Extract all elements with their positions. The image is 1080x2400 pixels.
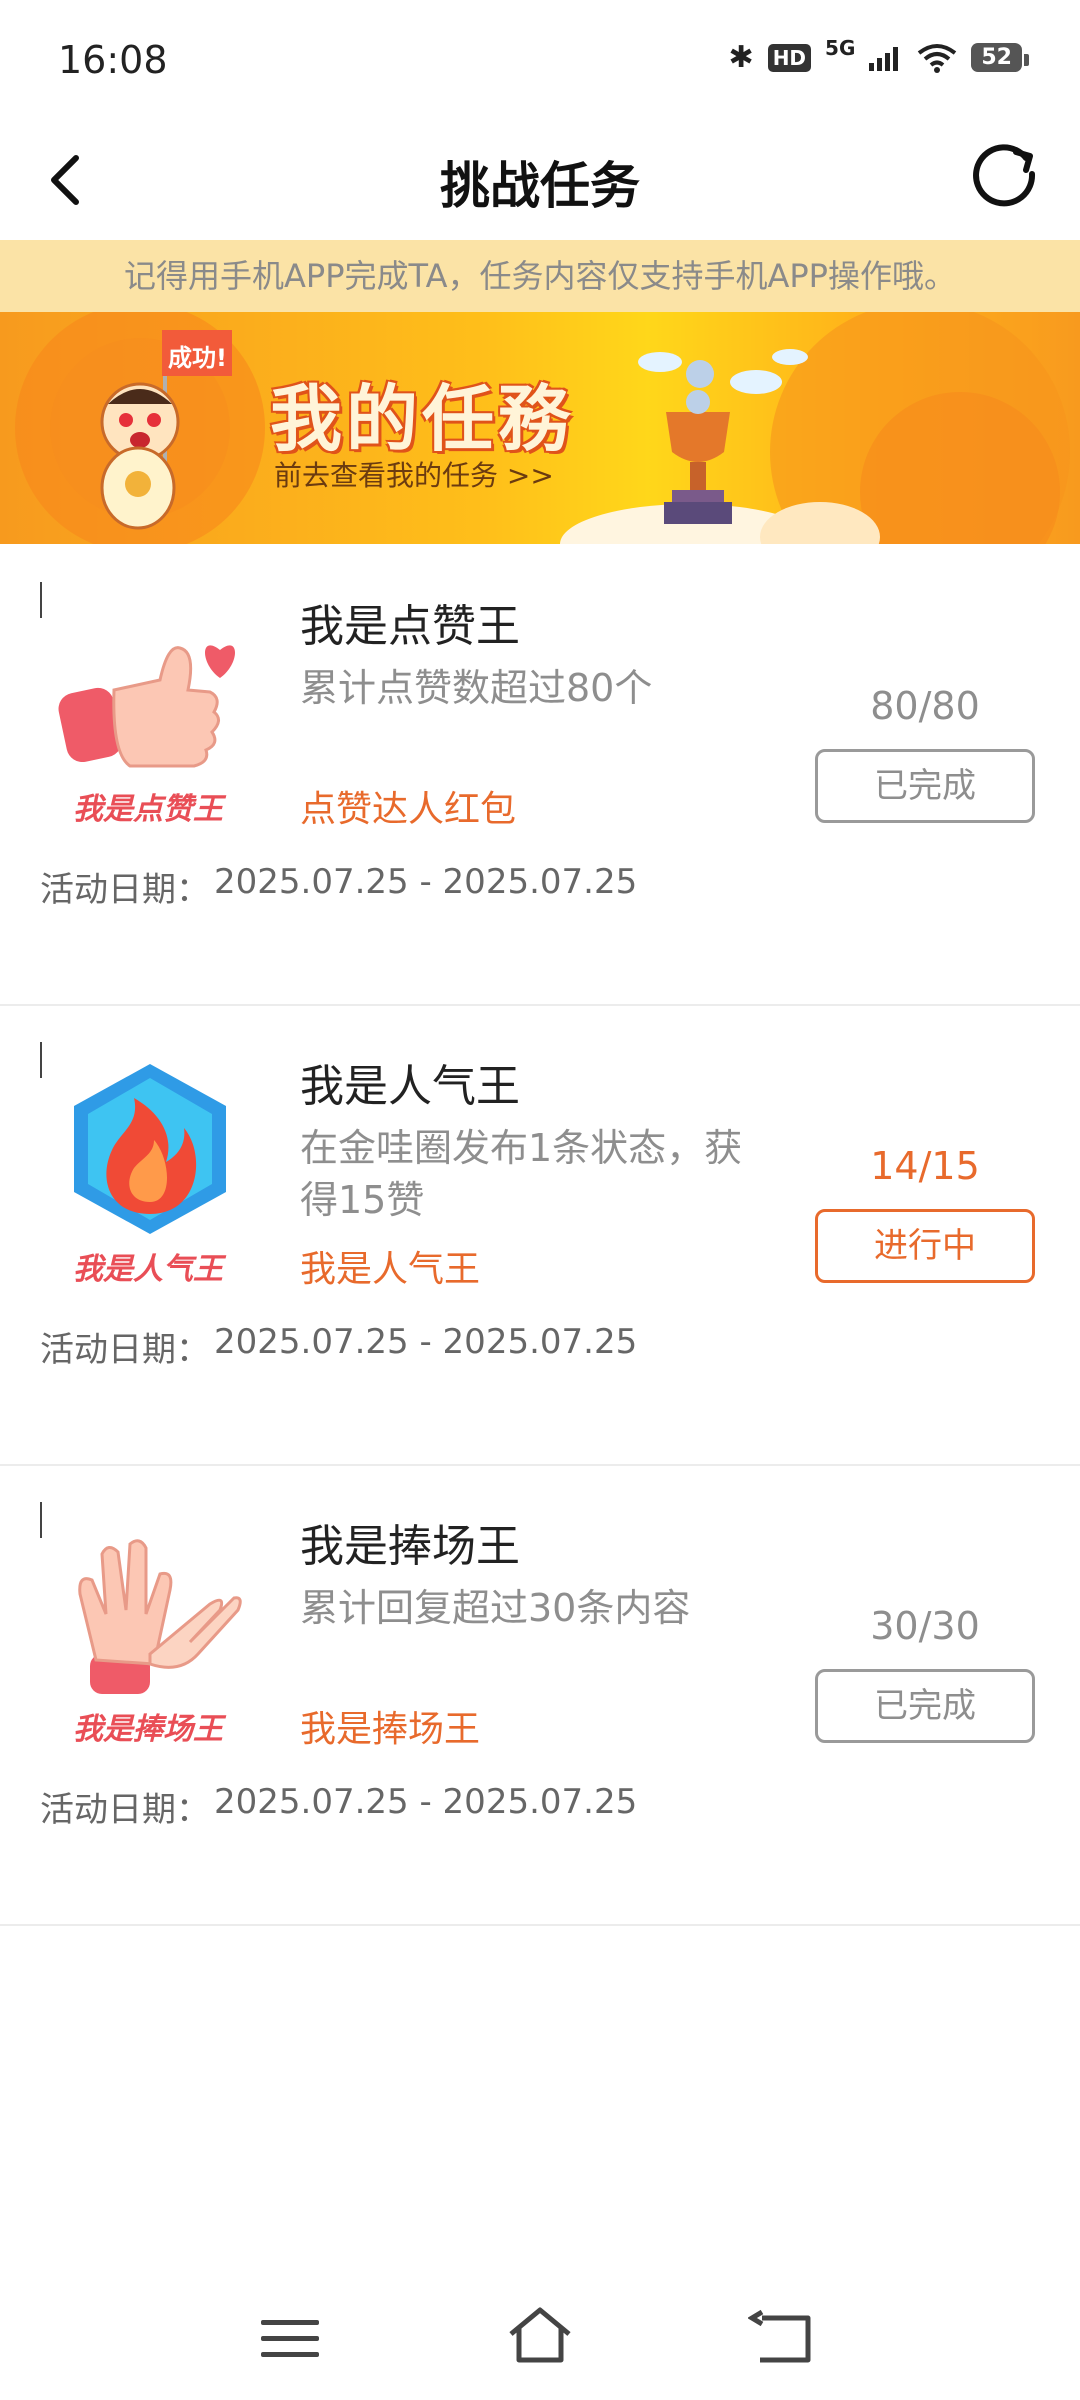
task-progress: 14/15 xyxy=(870,1144,980,1188)
date-label: 活动日期： xyxy=(40,1790,210,1830)
task-name: 我是点赞王 xyxy=(300,601,520,652)
task-description: 累计回复超过30条内容 xyxy=(300,1586,691,1630)
menu-icon[interactable] xyxy=(255,2312,325,2366)
my-tasks-banner[interactable]: 成功! 我的任務 前去查看我的任务 >> xyxy=(0,312,1080,544)
task-description: 在金哇圈发布1条状态，获得15赞 xyxy=(300,1126,743,1222)
flag-text: 成功! xyxy=(168,344,227,372)
clapping-hands-icon xyxy=(78,1539,242,1694)
hd-badge: HD xyxy=(767,43,812,72)
task-reward: 我是捧场王 xyxy=(300,1709,481,1750)
card-marker xyxy=(40,1502,42,1538)
bluetooth-icon: ✱ xyxy=(728,40,754,75)
date-label: 活动日期： xyxy=(40,870,210,910)
banner-subtitle[interactable]: 前去查看我的任务 >> xyxy=(274,454,554,494)
wifi-icon xyxy=(918,43,957,73)
back-nav-icon[interactable] xyxy=(748,2308,818,2368)
task-name: 我是捧场王 xyxy=(300,1521,520,1572)
task-status-button[interactable]: 已完成 xyxy=(815,1669,1035,1743)
task-card[interactable]: 我是点赞王 我是点赞王 累计点赞数超过80个 点赞达人红包 80/80 已完成 … xyxy=(0,544,1080,1006)
task-status-button[interactable]: 已完成 xyxy=(815,749,1035,823)
task-card[interactable]: 我是捧场王 我是捧场王 累计回复超过30条内容 我是捧场王 30/30 已完成 … xyxy=(0,1464,1080,1926)
notice-bar: 记得用手机APP完成TA，任务内容仅支持手机APP操作哦。 xyxy=(0,240,1080,312)
network-type: 5G xyxy=(825,35,856,60)
task-progress: 30/30 xyxy=(870,1604,980,1648)
signal-icon xyxy=(869,46,899,71)
task-image-label: 我是人气王 xyxy=(73,1252,223,1287)
task-date: 2025.07.25 - 2025.07.25 xyxy=(214,1322,638,1362)
status-time: 16:08 xyxy=(58,38,168,82)
task-progress: 80/80 xyxy=(870,684,980,728)
thumbs-up-icon xyxy=(58,645,235,768)
task-reward: 我是人气王 xyxy=(300,1249,481,1290)
task-date: 2025.07.25 - 2025.07.25 xyxy=(214,1782,638,1822)
task-image-label: 我是点赞王 xyxy=(73,792,223,827)
task-card[interactable]: 我是人气王 我是人气王 在金哇圈发布1条状态，获得15赞 我是人气王 14/15… xyxy=(0,1004,1080,1466)
date-label: 活动日期： xyxy=(40,1330,210,1370)
card-marker xyxy=(40,582,42,618)
task-description: 累计点赞数超过80个 xyxy=(300,666,653,710)
battery-indicator: 52 xyxy=(971,43,1029,72)
task-name: 我是人气王 xyxy=(300,1061,520,1112)
task-date: 2025.07.25 - 2025.07.25 xyxy=(214,862,638,902)
status-bar: 16:08 ✱ HD 5G 52 xyxy=(0,0,1080,120)
app-header: 挑战任务 xyxy=(0,120,1080,240)
flame-icon xyxy=(74,1064,226,1234)
card-marker xyxy=(40,1042,42,1078)
system-nav-bar xyxy=(0,2290,1080,2380)
refresh-icon[interactable] xyxy=(966,134,1046,214)
home-icon[interactable] xyxy=(505,2304,575,2366)
page-title: 挑战任务 xyxy=(440,157,640,215)
task-status-button[interactable]: 进行中 xyxy=(815,1209,1035,1283)
task-reward: 点赞达人红包 xyxy=(300,789,517,830)
task-image-label: 我是捧场王 xyxy=(73,1712,223,1747)
banner-title: 我的任務 xyxy=(270,377,575,461)
status-icons: ✱ HD 5G 52 xyxy=(728,36,1029,75)
